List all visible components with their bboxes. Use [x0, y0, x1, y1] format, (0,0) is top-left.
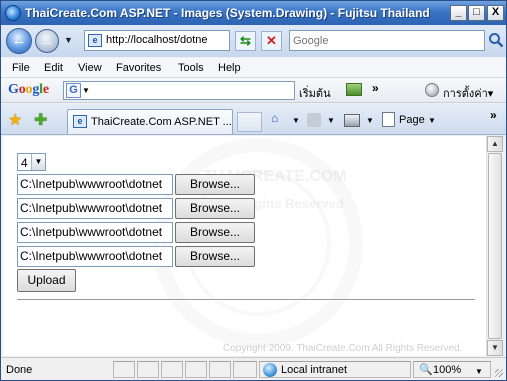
scroll-up-icon[interactable]: ▲ — [487, 136, 503, 152]
ie-logo-icon — [5, 5, 21, 21]
page-menu-icon[interactable] — [382, 112, 395, 127]
file-path-field[interactable]: C:\Inetpub\wwwroot\dotnet — [17, 246, 173, 267]
menu-help[interactable]: Help — [218, 62, 241, 74]
browse-button[interactable]: Browse... — [175, 174, 255, 195]
new-tab-button[interactable] — [237, 112, 262, 132]
google-search-button[interactable]: เริ่มต้น — [299, 84, 331, 102]
scroll-down-icon[interactable]: ▼ — [487, 340, 503, 356]
zoom-icon[interactable]: 🔍 — [419, 363, 433, 376]
search-box[interactable] — [289, 30, 485, 51]
forward-button[interactable]: → — [35, 29, 59, 53]
browse-button[interactable]: Browse... — [175, 198, 255, 219]
history-dropdown-icon[interactable]: ▼ — [64, 35, 73, 45]
vertical-scrollbar[interactable]: ▲ ▼ — [486, 136, 503, 356]
print-icon[interactable] — [344, 114, 360, 127]
close-button[interactable]: X — [487, 5, 504, 21]
tab-bar: ★ ✚ e ThaiCreate.Com ASP.NET ... ⌂ ▼ ▼ ▼… — [1, 104, 506, 135]
chevron-down-icon[interactable]: ▼ — [366, 116, 374, 125]
search-icon[interactable] — [488, 32, 504, 48]
address-toolbar: ← → ▼ e http://localhost/dotne ⇆ ✕ — [1, 25, 506, 57]
menu-file[interactable]: File — [12, 62, 30, 74]
google-toolbar: Google G ▼ เริ่มต้น » การตั้งค่า▾ — [1, 78, 506, 103]
chevron-down-icon[interactable]: ▼ — [292, 116, 300, 125]
zoom-level[interactable]: 100% — [433, 364, 461, 376]
status-cell — [209, 361, 231, 378]
file-path-field[interactable]: C:\Inetpub\wwwroot\dotnet — [17, 222, 173, 243]
file-path-field[interactable]: C:\Inetpub\wwwroot\dotnet — [17, 174, 173, 195]
copyright-text: Copyright 2009. ThaiCreate.Com All Right… — [223, 343, 463, 354]
minimize-button[interactable]: _ — [450, 5, 467, 21]
google-search-field[interactable]: G ▼ — [63, 81, 295, 100]
picture-icon[interactable] — [346, 83, 362, 96]
upload-button[interactable]: Upload — [17, 269, 76, 292]
status-cell — [233, 361, 257, 378]
settings-icon[interactable] — [425, 83, 439, 97]
home-icon[interactable]: ⌂ — [271, 111, 278, 125]
title-bar: ThaiCreate.Com ASP.NET - Images (System.… — [1, 1, 506, 25]
file-count-value: 4 — [21, 156, 28, 170]
google-settings-label[interactable]: การตั้งค่า▾ — [443, 84, 493, 102]
page-menu-button[interactable]: Page — [399, 114, 425, 126]
back-button[interactable]: ← — [6, 28, 32, 54]
menu-favorites[interactable]: Favorites — [116, 62, 161, 74]
status-cell — [113, 361, 135, 378]
chevron-down-icon[interactable]: ▼ — [82, 86, 90, 95]
menu-bar: File Edit View Favorites Tools Help — [1, 58, 506, 78]
divider — [17, 299, 475, 301]
menu-view[interactable]: View — [78, 62, 102, 74]
page-icon: e — [88, 34, 102, 47]
maximize-button[interactable]: □ — [468, 5, 485, 21]
browse-button[interactable]: Browse... — [175, 222, 255, 243]
globe-icon — [263, 363, 277, 377]
toolbar-more-button[interactable]: » — [490, 108, 497, 122]
address-url[interactable]: http://localhost/dotne — [106, 34, 228, 46]
zone-text: Local intranet — [281, 364, 348, 376]
search-input[interactable] — [293, 32, 483, 50]
resize-grip-icon[interactable] — [495, 369, 503, 377]
chevron-down-icon[interactable]: ▼ — [327, 116, 335, 125]
browser-window: ThaiCreate.Com ASP.NET - Images (System.… — [0, 0, 507, 381]
page-icon: e — [73, 115, 87, 128]
file-count-select[interactable]: 4 ▼ — [17, 153, 46, 171]
tab-current[interactable]: e ThaiCreate.Com ASP.NET ... — [67, 109, 233, 134]
file-path-field[interactable]: C:\Inetpub\wwwroot\dotnet — [17, 198, 173, 219]
chevron-down-icon[interactable]: ▼ — [428, 116, 436, 125]
address-field[interactable]: e http://localhost/dotne — [84, 30, 230, 51]
stop-button[interactable]: ✕ — [261, 31, 282, 51]
page-content: THAICREATE.COM All Rights Reserved 4 ▼ C… — [3, 136, 486, 356]
menu-tools[interactable]: Tools — [178, 62, 204, 74]
window-title: ThaiCreate.Com ASP.NET - Images (System.… — [25, 6, 430, 20]
menu-edit[interactable]: Edit — [44, 62, 63, 74]
status-cell — [185, 361, 207, 378]
google-logo[interactable]: Google — [8, 82, 49, 98]
google-more-button[interactable]: » — [372, 81, 379, 95]
add-favorite-icon[interactable]: ✚ — [34, 110, 47, 130]
status-text: Done — [6, 364, 33, 376]
status-bar: Done Local intranet 🔍 100% ▼ — [1, 357, 506, 380]
chevron-down-icon[interactable]: ▼ — [475, 367, 483, 376]
chevron-down-icon[interactable]: ▼ — [31, 154, 45, 170]
status-cell — [137, 361, 159, 378]
scroll-thumb[interactable] — [488, 153, 502, 339]
favorites-star-icon[interactable]: ★ — [8, 110, 22, 130]
google-g-icon: G — [66, 83, 81, 98]
refresh-button[interactable]: ⇆ — [235, 31, 256, 51]
browse-button[interactable]: Browse... — [175, 246, 255, 267]
status-cell — [161, 361, 183, 378]
tab-label: ThaiCreate.Com ASP.NET ... — [91, 116, 232, 128]
feed-icon[interactable] — [307, 113, 321, 127]
